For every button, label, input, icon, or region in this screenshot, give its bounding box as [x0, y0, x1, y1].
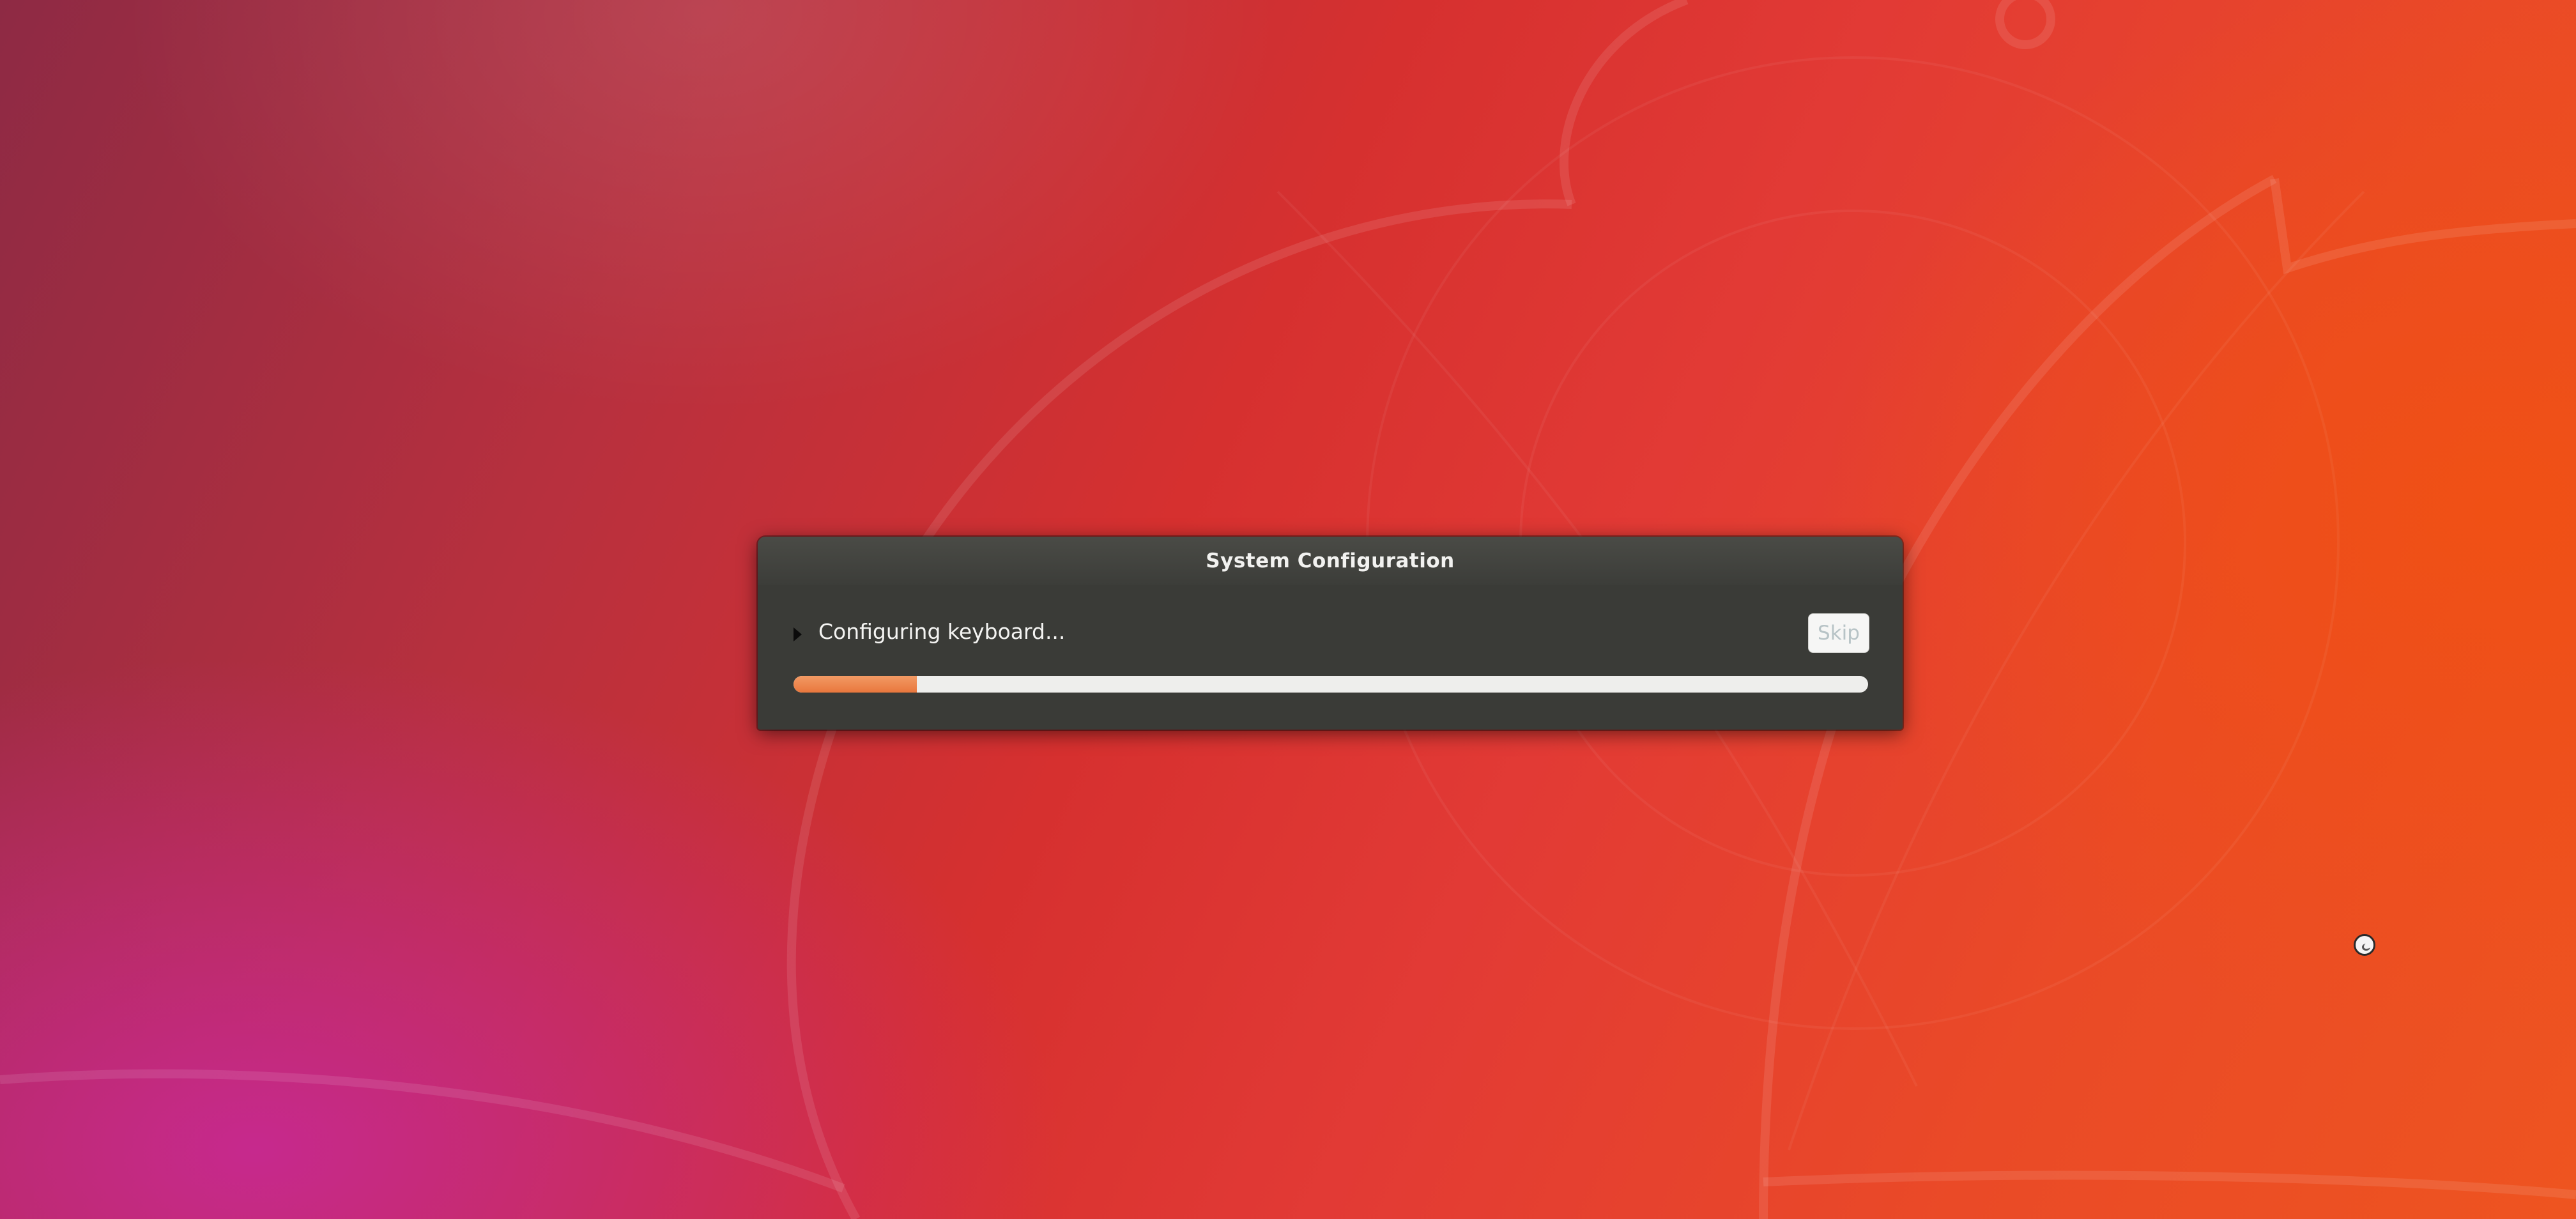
progress-bar [793, 676, 1868, 693]
progress-fill [793, 676, 917, 693]
skip-button[interactable]: Skip [1808, 613, 1869, 653]
dialog-titlebar[interactable]: System Configuration [758, 537, 1903, 585]
dialog-title: System Configuration [1206, 549, 1455, 572]
status-text: Configuring keyboard... [818, 618, 1066, 644]
system-configuration-dialog: System Configuration Configuring keyboar… [758, 537, 1903, 730]
status-row: Configuring keyboard... [793, 612, 1065, 650]
triangle-right-icon[interactable] [793, 627, 802, 641]
busy-cursor-icon [2354, 934, 2375, 956]
